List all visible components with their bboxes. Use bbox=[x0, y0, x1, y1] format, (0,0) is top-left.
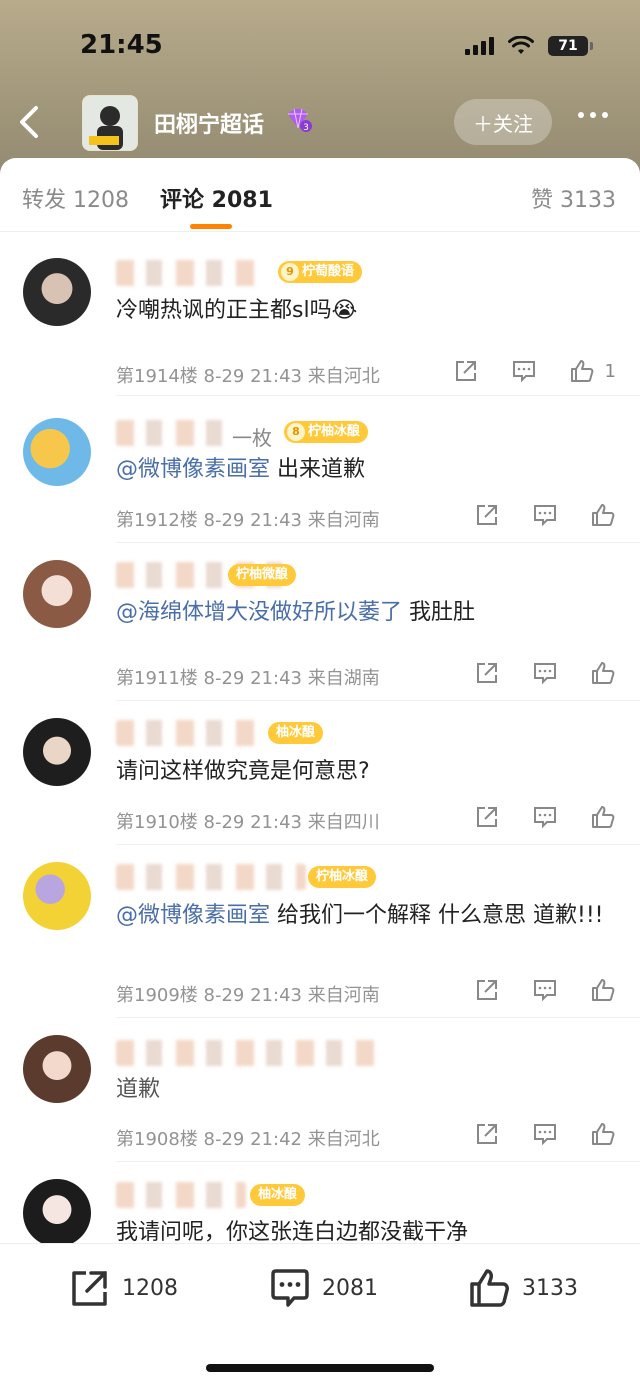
tabs-divider bbox=[0, 231, 640, 232]
username-blurred[interactable] bbox=[116, 1182, 246, 1208]
divider bbox=[116, 542, 640, 543]
comment-icon bbox=[271, 1269, 309, 1307]
share-icon[interactable] bbox=[453, 358, 479, 384]
avatar[interactable] bbox=[23, 718, 91, 786]
share-icon[interactable] bbox=[474, 1121, 500, 1147]
username-blurred[interactable] bbox=[116, 864, 306, 890]
mention-link[interactable]: @海绵体增大没做好所以萎了 bbox=[116, 600, 402, 625]
mention-link[interactable]: @微博像素画室 bbox=[116, 903, 270, 928]
comment-meta: 第1914楼 8-29 21:43 来自河北 bbox=[116, 366, 380, 387]
like-button[interactable]: 3133 bbox=[468, 1266, 578, 1310]
fan-level-badge: 柠柚冰酿 bbox=[308, 866, 377, 888]
repost-button[interactable]: 1208 bbox=[68, 1266, 178, 1310]
avatar[interactable] bbox=[23, 862, 91, 930]
reply-icon[interactable] bbox=[532, 804, 558, 830]
comment-count: 2081 bbox=[322, 1275, 378, 1301]
comment-text: 冷嘲热讽的正主都sl吗😭 bbox=[116, 298, 358, 323]
reply-icon[interactable] bbox=[532, 1121, 558, 1147]
like-icon[interactable] bbox=[590, 1121, 616, 1147]
divider bbox=[116, 844, 640, 845]
reply-icon[interactable] bbox=[532, 660, 558, 686]
topic-title: 田栩宁超话 bbox=[154, 113, 265, 138]
comment-text: 道歉 bbox=[116, 1077, 161, 1102]
tab-comments[interactable]: 评论 2081 bbox=[160, 182, 273, 214]
status-icons: 71 bbox=[465, 36, 593, 56]
share-icon bbox=[72, 1271, 107, 1306]
like-count: 3133 bbox=[522, 1275, 578, 1301]
comment-button[interactable]: 2081 bbox=[268, 1266, 378, 1310]
share-icon[interactable] bbox=[474, 977, 500, 1003]
avatar[interactable] bbox=[23, 1035, 91, 1103]
tab-likes[interactable]: 赞 3133 bbox=[531, 182, 616, 214]
tab-bar: 转发 1208 评论 2081 赞 3133 bbox=[0, 176, 640, 229]
reply-icon[interactable] bbox=[532, 502, 558, 528]
reply-icon[interactable] bbox=[511, 358, 537, 384]
svg-text:3: 3 bbox=[303, 123, 309, 132]
topic-avatar[interactable] bbox=[82, 95, 138, 151]
like-icon[interactable] bbox=[590, 977, 616, 1003]
like-icon[interactable] bbox=[569, 358, 595, 384]
comment-text: 请问这样做究竟是何意思? bbox=[116, 759, 370, 784]
like-icon[interactable] bbox=[590, 502, 616, 528]
comment-meta: 第1910楼 8-29 21:43 来自四川 bbox=[116, 812, 380, 833]
comment-text: @微博像素画室 给我们一个解释 什么意思 道歉!!! bbox=[116, 903, 604, 928]
fan-level-badge: 8 柠柚冰酿 bbox=[284, 421, 369, 443]
username-blurred[interactable] bbox=[116, 260, 266, 286]
comment-text: @海绵体增大没做好所以萎了 我肚肚 bbox=[116, 600, 476, 625]
divider bbox=[116, 1161, 640, 1162]
status-time: 21:45 bbox=[80, 30, 163, 60]
diamond-badge-icon: 3 bbox=[288, 108, 312, 132]
username-blurred[interactable] bbox=[116, 420, 226, 446]
thumbs-up-icon bbox=[470, 1269, 509, 1307]
username-blurred[interactable] bbox=[116, 720, 266, 746]
avatar[interactable] bbox=[23, 1179, 91, 1247]
avatar[interactable] bbox=[23, 560, 91, 628]
fan-level-badge: 柠柚微酿 bbox=[228, 564, 297, 586]
comment-meta: 第1909楼 8-29 21:43 来自河南 bbox=[116, 985, 380, 1006]
repost-count: 1208 bbox=[122, 1275, 178, 1301]
divider bbox=[116, 395, 640, 396]
comment-meta: 第1912楼 8-29 21:43 来自河南 bbox=[116, 510, 380, 531]
home-indicator[interactable] bbox=[206, 1364, 434, 1372]
like-count: 1 bbox=[604, 360, 616, 382]
avatar[interactable] bbox=[23, 418, 91, 486]
tab-reposts[interactable]: 转发 1208 bbox=[22, 182, 129, 214]
comment-meta: 第1908楼 8-29 21:42 来自河北 bbox=[116, 1129, 380, 1150]
battery-icon: 71 bbox=[548, 36, 593, 56]
like-icon[interactable] bbox=[590, 804, 616, 830]
back-arrow-icon[interactable] bbox=[16, 104, 46, 140]
share-icon[interactable] bbox=[474, 660, 500, 686]
username-blurred[interactable] bbox=[116, 1040, 386, 1066]
wifi-icon bbox=[508, 36, 534, 54]
mention-link[interactable]: @微博像素画室 bbox=[116, 457, 270, 482]
fan-level-badge: 柚冰酿 bbox=[268, 722, 324, 744]
active-tab-indicator bbox=[190, 224, 232, 229]
share-icon[interactable] bbox=[474, 804, 500, 830]
divider bbox=[116, 700, 640, 701]
cellular-signal-icon bbox=[465, 37, 494, 55]
username-visible-part: 一枚 bbox=[232, 426, 272, 450]
fan-level-badge: 9 柠萄酸语 bbox=[278, 261, 363, 283]
avatar[interactable] bbox=[23, 258, 91, 326]
divider bbox=[116, 1017, 640, 1018]
fan-level-badge: 柚冰酿 bbox=[250, 1184, 306, 1206]
share-icon[interactable] bbox=[474, 502, 500, 528]
follow-button[interactable]: ＋关注 bbox=[454, 99, 552, 145]
more-options-icon[interactable] bbox=[578, 112, 608, 118]
reply-icon[interactable] bbox=[532, 977, 558, 1003]
comment-text: @微博像素画室 出来道歉 bbox=[116, 457, 366, 482]
comment-meta: 第1911楼 8-29 21:43 来自湖南 bbox=[116, 668, 380, 689]
like-icon[interactable] bbox=[590, 660, 616, 686]
